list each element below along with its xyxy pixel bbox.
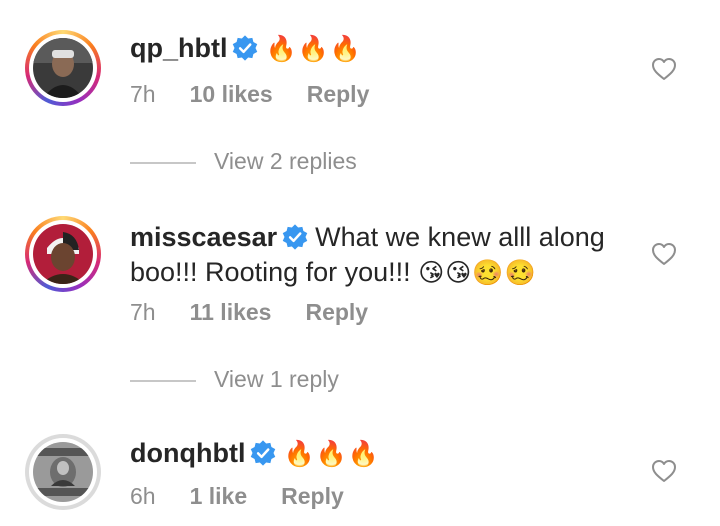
verified-badge-icon (282, 224, 308, 250)
view-replies-label[interactable]: View 1 reply (214, 366, 339, 393)
reply-button[interactable]: Reply (305, 299, 368, 325)
timestamp: 7h (130, 299, 156, 325)
likes-count[interactable]: 10 likes (190, 81, 273, 107)
comment-meta: 7h 10 likes Reply (130, 81, 403, 108)
username[interactable]: misscaesar (130, 222, 277, 252)
username[interactable]: donqhbtl (130, 438, 245, 468)
divider-line (130, 380, 196, 382)
emoji-text: 🔥🔥🔥 (283, 440, 380, 468)
verified-badge-icon (251, 440, 276, 466)
comment-text: donqhbtl 🔥🔥🔥 (130, 436, 630, 472)
likes-count[interactable]: 11 likes (190, 299, 272, 325)
avatar (33, 38, 93, 98)
timestamp: 7h (130, 81, 156, 107)
view-replies-label[interactable]: View 2 replies (214, 148, 357, 175)
heart-outline-icon[interactable] (651, 242, 677, 266)
comment-text: qp_hbtl 🔥🔥🔥 (130, 31, 630, 67)
timestamp: 6h (130, 483, 156, 509)
comment-meta: 7h 11 likes Reply (130, 299, 402, 326)
reply-button[interactable]: Reply (281, 483, 344, 509)
divider-line (130, 162, 196, 164)
username[interactable]: qp_hbtl (130, 33, 227, 63)
avatar[interactable] (25, 434, 101, 510)
emoji-text: 😘😘🥴🥴 (418, 259, 537, 287)
avatar-story-ring[interactable] (25, 216, 101, 292)
avatar (33, 224, 93, 284)
avatar-story-ring[interactable] (25, 30, 101, 106)
verified-badge-icon (233, 35, 258, 61)
heart-outline-icon[interactable] (651, 459, 677, 483)
reply-button[interactable]: Reply (307, 81, 370, 107)
emoji-text: 🔥🔥🔥 (265, 35, 362, 63)
heart-outline-icon[interactable] (651, 57, 677, 81)
avatar-image (33, 442, 93, 502)
comment-meta: 6h 1 like Reply (130, 483, 378, 510)
likes-count[interactable]: 1 like (190, 483, 248, 509)
comment-text: misscaesar What we knew alll along boo!!!… (130, 220, 630, 291)
